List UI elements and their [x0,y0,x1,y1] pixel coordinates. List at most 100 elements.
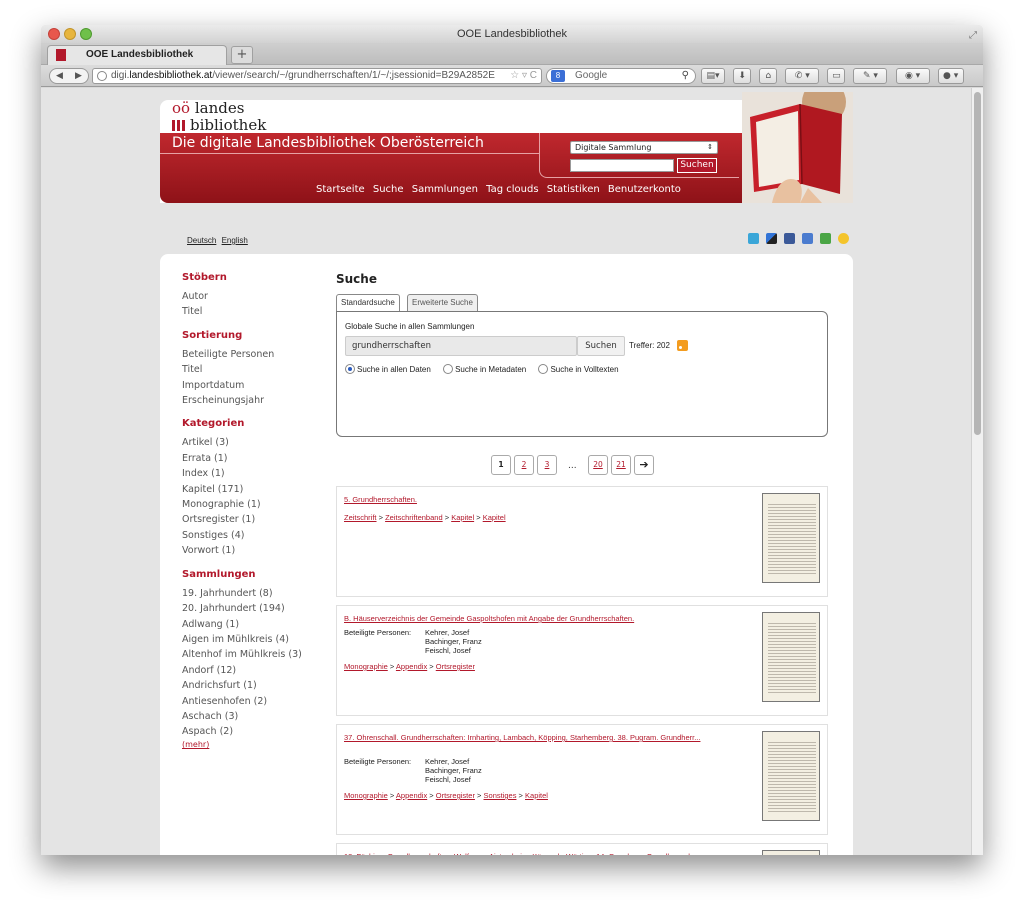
collection-item[interactable]: 19. Jahrhundert (8) [182,586,332,601]
addon-icon[interactable]: ◉ ▾ [895,68,930,84]
breadcrumb-link[interactable]: Kapitel [451,513,474,522]
breadcrumb-link[interactable]: Appendix [396,662,427,671]
new-tab-button[interactable]: + [231,46,253,64]
tab-advanced-search[interactable]: Erweiterte Suche [407,294,478,311]
myspace-icon[interactable] [802,233,814,244]
magnifier-icon[interactable]: ⚲ [682,69,689,83]
vertical-scrollbar[interactable] [971,88,983,855]
collections-more-link[interactable]: (mehr) [182,740,332,749]
bookmark-star-icon[interactable]: ☆ ▿ C [510,69,537,83]
breadcrumb-link[interactable]: Zeitschriftenband [385,513,443,522]
facebook-icon[interactable] [784,233,796,244]
collection-item[interactable]: 20. Jahrhundert (194) [182,601,332,616]
category-item[interactable]: Ortsregister (1) [182,512,332,527]
sort-item[interactable]: Titel [182,362,332,377]
collection-item[interactable]: Aspach (2) [182,724,332,739]
breadcrumb-link[interactable]: Monographie [344,791,388,800]
sort-item[interactable]: Erscheinungsjahr [182,393,332,408]
result-thumbnail[interactable] [762,493,820,583]
result-title-link[interactable]: 5. Grundherrschaften. [344,495,714,505]
zoom-window-button[interactable] [80,28,92,40]
collection-item[interactable]: Altenhof im Mühlkreis (3) [182,647,332,662]
stumbleupon-icon[interactable] [820,233,832,244]
web-search-field[interactable]: 8 Google ⚲ [546,68,696,84]
collection-item[interactable]: Adlwang (1) [182,617,332,632]
breadcrumb-link[interactable]: Kapitel [525,791,548,800]
search-input[interactable]: grundherrschaften [345,336,577,356]
sort-item[interactable]: Beteiligte Personen [182,347,332,362]
nav-sammlungen[interactable]: Sammlungen [412,184,478,195]
forward-button[interactable]: ▶ [69,69,88,83]
favorite-star-icon[interactable] [838,233,850,244]
breadcrumb-link[interactable]: Sonstiges [484,791,517,800]
site-logo-line-2[interactable]: bibliothek [172,117,266,133]
back-button[interactable]: ◀ [50,69,69,83]
breadcrumb-link[interactable]: Appendix [396,791,427,800]
page-21[interactable]: 21 [611,455,631,475]
collection-item[interactable]: Andrichsfurt (1) [182,678,332,693]
breadcrumb-link[interactable]: Zeitschrift [344,513,377,522]
category-item[interactable]: Errata (1) [182,451,332,466]
sync-icon[interactable]: ✆ ▾ [785,68,820,84]
bookmarks-icon[interactable]: ▤▾ [701,68,725,84]
result-thumbnail[interactable] [762,731,820,821]
breadcrumb-link[interactable]: Ortsregister [436,662,475,671]
result-title-link[interactable]: 37. Ohrenschall. Grundherrschaften: Irnh… [344,733,714,743]
minimize-window-button[interactable] [64,28,76,40]
category-item[interactable]: Artikel (3) [182,435,332,450]
radio-all-data[interactable]: Suche in allen Daten [345,364,431,374]
result-title-link[interactable]: 13. Fäching. Grundherrschaften: Wolfsegg… [344,852,714,855]
page-3[interactable]: 3 [537,455,557,475]
result-thumbnail[interactable] [762,850,820,855]
site-logo[interactable]: oö landes [172,100,244,116]
lang-english[interactable]: English [222,236,248,245]
nav-startseite[interactable]: Startseite [316,184,365,195]
result-thumbnail[interactable] [762,612,820,702]
page-2[interactable]: 2 [514,455,534,475]
radio-metadata[interactable]: Suche in Metadaten [443,364,526,374]
nav-tag-clouds[interactable]: Tag clouds [486,184,538,195]
google-logo-icon[interactable]: 8 [551,70,565,82]
readability-icon[interactable]: ▭ [827,68,846,84]
sidebar-item-autor[interactable]: Autor [182,289,332,304]
collection-item[interactable]: Andorf (12) [182,663,332,678]
lang-deutsch[interactable]: Deutsch [187,236,216,245]
browser-tab[interactable]: OOE Landesbibliothek [47,45,227,65]
category-item[interactable]: Monographie (1) [182,497,332,512]
sidebar-item-titel[interactable]: Titel [182,304,332,319]
home-icon[interactable]: ⌂ [759,68,778,84]
close-window-button[interactable] [48,28,60,40]
twitter-icon[interactable] [748,233,759,244]
result-title-link[interactable]: B. Häuserverzeichnis der Gemeinde Gaspol… [344,614,714,624]
rss-icon[interactable] [677,340,688,351]
breadcrumb-link[interactable]: Monographie [344,662,388,671]
pen-icon[interactable]: ✎ ▾ [853,68,888,84]
collection-item[interactable]: Aigen im Mühlkreis (4) [182,632,332,647]
url-bar[interactable]: digi.landesbibliothek.at/viewer/search/~… [92,68,542,84]
breadcrumb-link[interactable]: Ortsregister [436,791,475,800]
nav-statistiken[interactable]: Statistiken [547,184,600,195]
collection-item[interactable]: Antiesenhofen (2) [182,694,332,709]
search-button[interactable]: Suchen [577,336,625,356]
breadcrumb-link[interactable]: Kapitel [483,513,506,522]
category-item[interactable]: Kapitel (171) [182,482,332,497]
header-search-input[interactable] [570,159,674,172]
collection-item[interactable]: Aschach (3) [182,709,332,724]
tab-standard-search[interactable]: Standardsuche [336,294,400,311]
scrollbar-thumb[interactable] [974,92,981,435]
delicious-icon[interactable] [766,233,778,244]
category-item[interactable]: Sonstiges (4) [182,528,332,543]
adblock-icon[interactable]: ● ▾ [937,68,964,84]
download-icon[interactable]: ⬇ [733,68,752,84]
collection-select[interactable]: Digitale Sammlung ⇕ [570,141,718,154]
category-item[interactable]: Vorwort (1) [182,543,332,558]
radio-fulltext[interactable]: Suche in Volltexten [538,364,619,374]
category-item[interactable]: Index (1) [182,466,332,481]
nav-suche[interactable]: Suche [373,184,404,195]
sort-item[interactable]: Importdatum [182,378,332,393]
nav-benutzerkonto[interactable]: Benutzerkonto [608,184,681,195]
page-20[interactable]: 20 [588,455,608,475]
next-page-arrow-icon[interactable]: ➔ [634,455,654,475]
header-search-button[interactable]: Suchen [677,158,717,173]
page-1[interactable]: 1 [491,455,511,475]
